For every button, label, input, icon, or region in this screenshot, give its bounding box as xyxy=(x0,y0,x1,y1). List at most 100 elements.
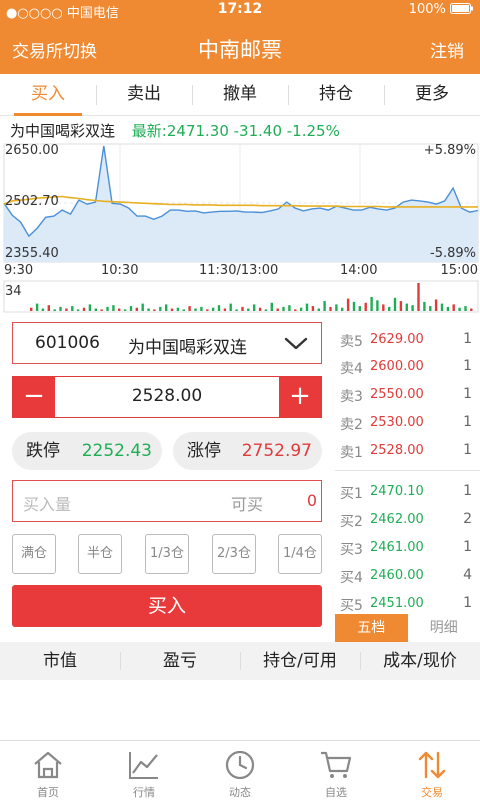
orderbook-divider xyxy=(335,470,480,471)
volume-bar xyxy=(141,303,144,311)
bid-row[interactable]: 买2 2462.00 2 xyxy=(340,507,478,531)
price-input[interactable]: 2528.00 xyxy=(55,386,279,406)
ask-price: 2528.00 xyxy=(370,443,424,458)
limit-down-label: 跌停 xyxy=(26,441,60,461)
pct-max-label: +5.89% xyxy=(423,143,476,158)
switch-exchange-button[interactable]: 交易所切换 xyxy=(12,37,97,62)
home-icon xyxy=(34,751,62,779)
volume-bar xyxy=(182,309,185,311)
tab-bar-home[interactable]: 首页 xyxy=(0,741,96,800)
volume-bar xyxy=(235,309,238,311)
tab-buy[interactable]: 买入 xyxy=(0,74,96,116)
volume-bar xyxy=(106,306,109,311)
volume-bar xyxy=(206,309,209,311)
two-thirds-position-button[interactable]: 2/3仓 xyxy=(212,534,256,574)
volume-bar xyxy=(82,307,86,311)
volume-bar xyxy=(429,306,432,311)
volume-bar xyxy=(41,308,45,311)
quarter-position-button[interactable]: 1/4仓 xyxy=(278,534,322,574)
y-min-label: 2355.40 xyxy=(5,246,59,261)
ask-row[interactable]: 卖1 2528.00 1 xyxy=(340,438,478,462)
volume-bar xyxy=(47,305,50,311)
tab-cancel[interactable]: 撤单 xyxy=(192,74,288,115)
bid-row[interactable]: 买1 2470.10 1 xyxy=(340,479,478,503)
tab-bar-news[interactable]: 动态 xyxy=(192,741,288,800)
buy-button[interactable]: 买入 xyxy=(12,585,322,627)
limit-up-chip[interactable]: 涨停 2752.97 xyxy=(173,432,322,470)
bid-level-label: 买2 xyxy=(340,514,363,530)
volume-bar xyxy=(258,307,262,311)
volume-bar xyxy=(217,305,221,311)
volume-bar xyxy=(59,306,62,311)
bid-row[interactable]: 买3 2461.00 1 xyxy=(340,535,478,559)
price-area xyxy=(4,146,478,262)
volume-bar xyxy=(423,301,426,311)
intraday-chart[interactable]: 2650.00 2502.70 2355.40 +5.89% -5.89% 9:… xyxy=(0,140,480,315)
volume-bar xyxy=(76,309,80,311)
bid-price: 2460.00 xyxy=(370,568,424,583)
bid-volume: 1 xyxy=(463,595,472,611)
tab-bar-watchlist[interactable]: 自选 xyxy=(288,741,384,800)
bid-level-label: 买4 xyxy=(340,570,363,586)
stock-selector[interactable]: 601006 为中国喝彩双连 xyxy=(12,322,322,364)
tab-five-levels[interactable]: 五档 xyxy=(335,614,408,642)
volume-bar xyxy=(352,301,356,311)
tab-sell[interactable]: 卖出 xyxy=(96,74,192,115)
price-increase-button[interactable]: + xyxy=(279,377,321,417)
intraday-chart-svg xyxy=(3,143,479,313)
limit-down-chip[interactable]: 跌停 2252.43 xyxy=(12,432,162,470)
volume-bar xyxy=(323,301,326,311)
x-tick-label: 14:00 xyxy=(340,263,378,278)
volume-bar xyxy=(417,283,420,311)
volume-bar xyxy=(270,302,273,311)
ask-row[interactable]: 卖3 2550.00 1 xyxy=(340,382,478,406)
x-tick-label: 15:00 xyxy=(440,263,478,278)
y-mid-label: 2502.70 xyxy=(5,194,59,209)
volume-bar xyxy=(65,308,68,311)
third-position-button[interactable]: 1/3仓 xyxy=(145,534,189,574)
quantity-input[interactable]: 买入量 可买 0 xyxy=(12,480,322,522)
bid-volume: 1 xyxy=(463,539,472,555)
ask-level-label: 卖2 xyxy=(340,417,363,433)
ask-price: 2600.00 xyxy=(370,359,424,374)
pct-min-label: -5.89% xyxy=(430,246,476,261)
volume-bar xyxy=(388,306,391,311)
stock-name: 为中国喝彩双连 xyxy=(10,122,116,140)
chevron-down-icon xyxy=(284,337,308,350)
volume-bar xyxy=(458,307,461,311)
tab-bar-market[interactable]: 行情 xyxy=(96,741,192,800)
volume-bar xyxy=(299,307,303,311)
tab-bar-trade[interactable]: 交易 xyxy=(384,741,480,800)
ask-level-label: 卖4 xyxy=(340,361,363,377)
price-decrease-button[interactable]: − xyxy=(13,377,55,417)
bid-level-label: 买3 xyxy=(340,542,363,558)
tab-details[interactable]: 明细 xyxy=(407,614,480,642)
half-position-button[interactable]: 半仓 xyxy=(78,534,122,574)
column-holdings-available: 持仓/可用 xyxy=(240,642,360,680)
tab-holdings[interactable]: 持仓 xyxy=(288,74,384,115)
volume-bar xyxy=(346,298,350,311)
volume-bar xyxy=(135,307,138,311)
volume-bar xyxy=(71,306,74,311)
volume-bar xyxy=(165,304,168,311)
tab-bar-label: 动态 xyxy=(229,786,251,799)
ask-row[interactable]: 卖2 2530.00 1 xyxy=(340,410,478,434)
volume-bar xyxy=(376,300,379,311)
stock-header: 为中国喝彩双连 最新:2471.30 -31.40 -1.25% xyxy=(10,120,480,142)
column-cost-price: 成本/现价 xyxy=(360,642,480,680)
ask-row[interactable]: 卖5 2629.00 1 xyxy=(340,327,478,351)
available-label: 可买 xyxy=(231,495,264,514)
volume-bar xyxy=(329,306,332,311)
battery-icon xyxy=(450,3,473,14)
bid-row[interactable]: 买4 2460.00 4 xyxy=(340,563,478,587)
bid-row[interactable]: 买5 2451.00 1 xyxy=(340,591,478,615)
column-profit-loss: 盈亏 xyxy=(120,642,240,680)
ask-level-label: 卖1 xyxy=(340,445,363,461)
full-position-button[interactable]: 满仓 xyxy=(12,534,56,574)
bid-level-label: 买5 xyxy=(340,598,363,614)
tab-more[interactable]: 更多 xyxy=(384,74,480,115)
ask-row[interactable]: 卖4 2600.00 1 xyxy=(340,354,478,378)
volume-bar xyxy=(112,305,115,311)
logout-button[interactable]: 注销 xyxy=(430,37,464,62)
available-value: 0 xyxy=(306,491,317,510)
